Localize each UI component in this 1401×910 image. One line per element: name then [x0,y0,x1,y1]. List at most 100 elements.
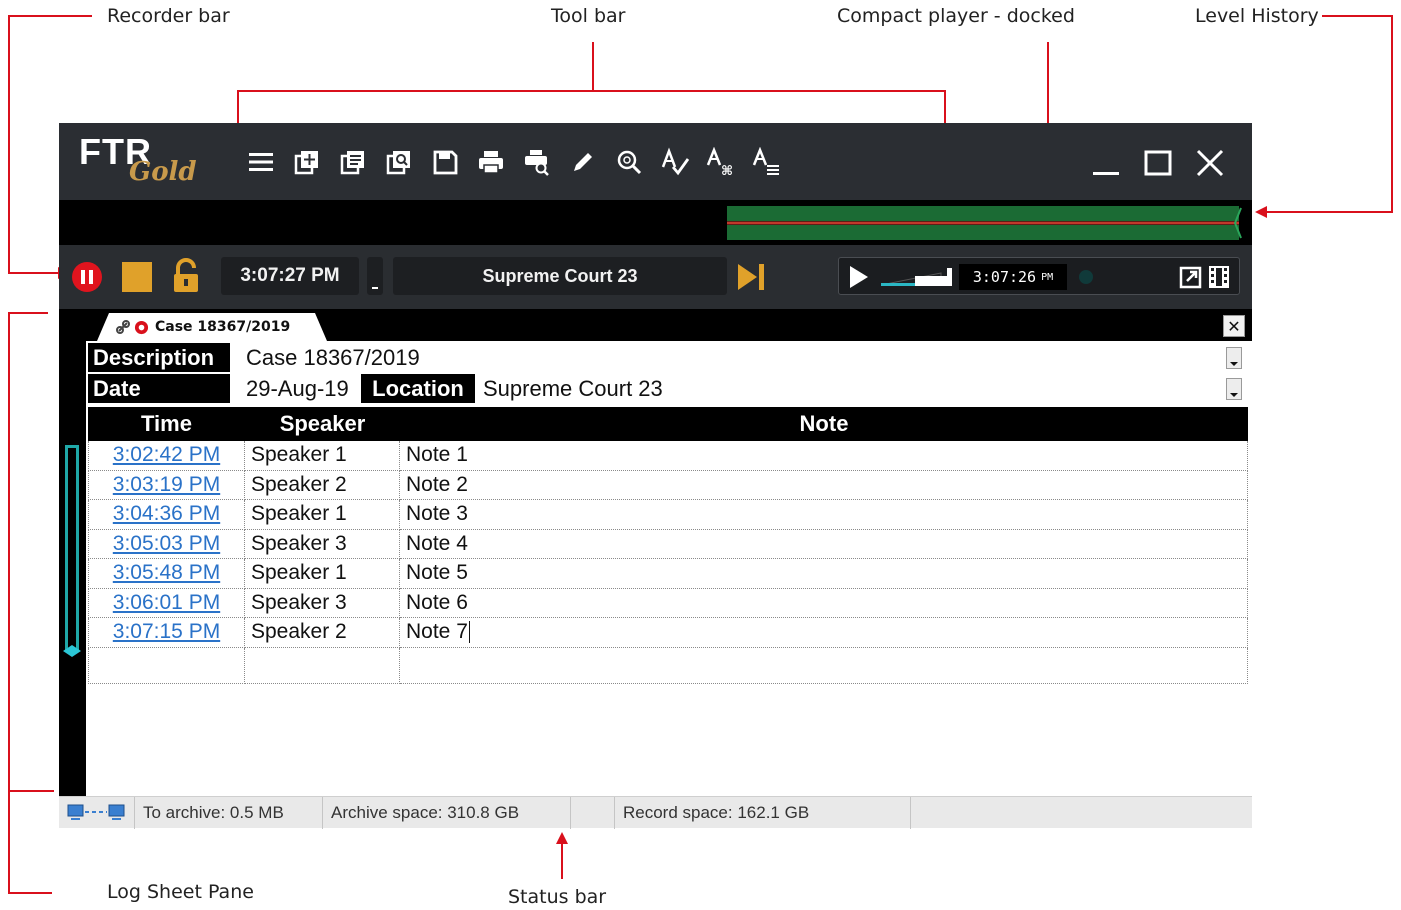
undock-button[interactable] [1179,265,1203,289]
table-row[interactable]: 3:02:42 PM Speaker 1 Note 1 [88,441,1248,471]
time-link[interactable]: 3:05:48 PM [88,559,245,589]
callout-label: Level History [1195,5,1319,27]
recording-icon [134,320,149,334]
time-link[interactable]: 3:03:19 PM [88,470,245,500]
speaker-cell[interactable]: Speaker 1 [245,441,400,471]
status-spacer [571,797,615,829]
chevron-down-icon [1230,393,1238,397]
location-field[interactable]: Supreme Court 23 [477,374,1224,403]
table-row[interactable]: 3:07:15 PM Speaker 2 Note 7 [88,618,1248,648]
maximize-icon[interactable] [1136,143,1180,183]
description-dropdown-button[interactable] [1226,347,1242,369]
recorder-bar: 3:07:27 PM Supreme Court 23 3:07:26 PM [59,245,1252,309]
film-icon [1209,266,1229,288]
time-link[interactable]: 3:06:01 PM [88,588,245,618]
date-field[interactable]: 29-Aug-19 [240,374,358,403]
skip-to-live-button[interactable] [735,261,769,293]
window-controls [1076,143,1232,183]
spellcheck-icon[interactable] [655,142,695,182]
svg-text:⌘: ⌘ [721,164,733,177]
replace-text-icon[interactable]: ⌘ [701,142,741,182]
speaker-cell[interactable]: Speaker 2 [245,470,400,500]
search-icon[interactable] [609,142,649,182]
speaker-cell[interactable]: Speaker 3 [245,529,400,559]
table-row[interactable] [88,647,1248,684]
table-row[interactable]: 3:04:36 PM Speaker 1 Note 3 [88,500,1248,530]
print-icon[interactable] [471,142,511,182]
speaker-cell[interactable]: Speaker 3 [245,588,400,618]
location-display[interactable]: Supreme Court 23 [393,257,727,295]
save-icon[interactable] [425,142,465,182]
note-cell[interactable]: Note 3 [400,500,1248,530]
table-row[interactable]: 3:06:01 PM Speaker 3 Note 6 [88,588,1248,618]
timeline-marker[interactable] [59,341,86,796]
print-preview-icon[interactable] [517,142,557,182]
player-time: 3:07:26 [972,268,1037,286]
timeline-strip [59,341,86,796]
column-header-note[interactable]: Note [400,407,1248,441]
play-icon [850,266,868,288]
callout-label: Recorder bar [107,5,230,27]
close-tab-button[interactable]: ✕ [1223,315,1245,337]
log-sheet-pane: Description Case 18367/2019 Date 29-Aug-… [59,341,1252,796]
tab-label: Case 18367/2019 [155,319,291,335]
note-cell[interactable]: Note 6 [400,588,1248,618]
preview-icon[interactable] [379,142,419,182]
minimize-icon[interactable] [1084,143,1128,183]
time-link[interactable] [88,647,245,684]
logo-sub: Gold [129,157,197,187]
speaker-cell[interactable]: Speaker 1 [245,500,400,530]
time-link[interactable]: 3:07:15 PM [88,618,245,648]
speaker-cell[interactable]: Speaker 2 [245,618,400,648]
play-button[interactable] [847,264,871,290]
level-history-graph [727,206,1242,240]
note-cell[interactable]: Note 4 [400,529,1248,559]
column-header-speaker[interactable]: Speaker [245,407,400,441]
status-extra [911,797,1252,829]
player-ampm: PM [1041,271,1054,283]
time-link[interactable]: 3:05:03 PM [88,529,245,559]
compact-player: 3:07:26 PM [838,257,1240,295]
note-cell[interactable] [400,647,1248,684]
tab-case[interactable]: Case 18367/2019 [97,313,327,341]
stop-button[interactable] [121,261,153,293]
link-icon [116,320,130,334]
location-label: Location [361,374,475,403]
tool-bar: ⌘ [241,141,793,183]
ftr-gold-window: FTR Gold ⌘ 3:07:27 PM Supreme Court 23 3… [59,123,1252,829]
table-row[interactable]: 3:05:03 PM Speaker 3 Note 4 [88,529,1248,559]
film-button[interactable] [1207,264,1231,290]
text-list-icon[interactable] [747,142,787,182]
callout-label: Tool bar [551,5,626,27]
table-row[interactable]: 3:05:48 PM Speaker 1 Note 5 [88,559,1248,589]
time-link[interactable]: 3:04:36 PM [88,500,245,530]
note-cell[interactable]: Note 7 [400,618,1248,648]
note-cell[interactable]: Note 5 [400,559,1248,589]
lock-button[interactable] [171,258,201,294]
speaker-cell[interactable]: Speaker 1 [245,559,400,589]
callout-label: Status bar [508,886,607,908]
menu-icon[interactable] [241,142,281,182]
description-label: Description [88,343,230,372]
recorder-clock: 3:07:27 PM [221,257,359,295]
skip-end-icon [738,264,764,290]
time-link[interactable]: 3:02:42 PM [88,441,245,471]
note-cell[interactable]: Note 1 [400,441,1248,471]
chevron-down-icon [1230,362,1238,366]
level-history [59,200,1252,245]
table-row[interactable]: 3:03:19 PM Speaker 2 Note 2 [88,470,1248,500]
note-cell[interactable]: Note 2 [400,470,1248,500]
volume-slider[interactable] [881,266,953,288]
close-icon[interactable] [1188,143,1232,183]
record-space-status: Record space: 162.1 GB [615,797,911,829]
ftr-gold-logo: FTR Gold [79,131,209,195]
logsheet-list-icon[interactable] [333,142,373,182]
description-field[interactable]: Case 18367/2019 [240,343,1224,372]
location-dropdown-button[interactable] [1226,378,1242,400]
speaker-cell[interactable] [245,647,400,684]
pause-record-button[interactable] [71,261,103,293]
pen-icon[interactable] [563,142,603,182]
new-logsheet-icon[interactable] [287,142,327,182]
recorder-indicator [367,257,383,295]
column-header-time[interactable]: Time [88,407,245,441]
